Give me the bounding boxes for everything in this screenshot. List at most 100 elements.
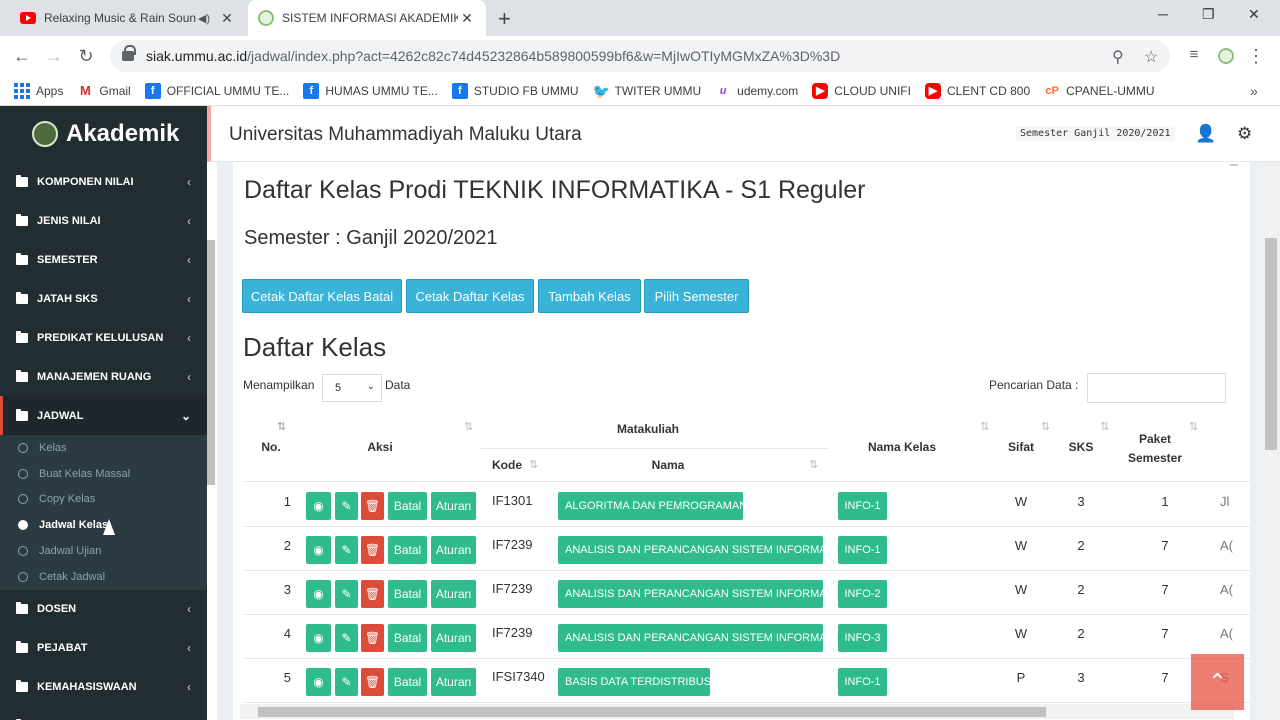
rules-button[interactable]: Aturan — [431, 668, 476, 696]
course-name-button[interactable]: ANALISIS DAN PERANCANGAN SISTEM INFORMAS… — [558, 536, 823, 564]
sidebar-item-manajemen-ruang[interactable]: MANAJEMEN RUANG ‹ — [0, 357, 207, 396]
menu-dots-icon[interactable]: ⋮ — [1240, 46, 1272, 67]
sidebar-item-jenis-nilai[interactable]: JENIS NILAI ‹ — [0, 201, 207, 240]
col-no[interactable]: No. — [251, 440, 291, 454]
print-classes-button[interactable]: Cetak Daftar Kelas — [406, 279, 534, 313]
reading-list-icon[interactable]: ≡ — [1178, 46, 1210, 63]
cancel-class-button[interactable]: Batal — [388, 624, 427, 652]
sort-icon[interactable]: ⇅ — [277, 420, 286, 433]
view-button[interactable]: ◉ — [306, 668, 331, 696]
submenu-item-kelas[interactable]: Kelas — [0, 435, 207, 461]
address-bar[interactable]: siak.ummu.ac.id/jadwal/index.php?act=426… — [110, 40, 1170, 72]
sort-icon[interactable]: ⇅ — [980, 420, 989, 433]
class-name-button[interactable]: INFO-2 — [838, 580, 887, 608]
col-paket-semester[interactable]: Paket Semester — [1125, 430, 1185, 468]
sidebar-item-kemahasiswaan[interactable]: KEMAHASISWAAN ‹ — [0, 668, 207, 707]
sidebar-item-pejabat[interactable]: PEJABAT ‹ — [0, 629, 207, 668]
scroll-to-top-button[interactable]: ⌃ — [1191, 654, 1244, 710]
submenu-item-buat-kelas-massal[interactable]: Buat Kelas Massal — [0, 461, 207, 487]
table-horizontal-scrollbar[interactable] — [240, 704, 1234, 719]
bookmark-official-ummu[interactable]: f OFFICIAL UMMU TE... — [144, 82, 289, 99]
bookmark-humas-ummu[interactable]: f HUMAS UMMU TE... — [303, 82, 438, 99]
bookmark-apps[interactable]: Apps — [14, 82, 63, 99]
bookmark-studio-fb[interactable]: f STUDIO FB UMMU — [451, 82, 579, 99]
print-cancelled-classes-button[interactable]: Cetak Daftar Kelas Batal — [242, 279, 402, 313]
bookmark-star-icon[interactable]: ☆ — [1144, 47, 1158, 67]
profile-icon[interactable] — [1218, 48, 1234, 64]
sidebar-scrollbar[interactable] — [207, 240, 215, 485]
col-kode[interactable]: Kode — [487, 458, 527, 472]
sort-icon[interactable]: ⇅ — [529, 458, 538, 471]
sort-icon[interactable]: ⇅ — [464, 420, 473, 433]
sort-icon[interactable]: ⇅ — [1189, 420, 1198, 433]
course-name-button[interactable]: ANALISIS DAN PERANCANGAN SISTEM INFORMAS… — [558, 624, 823, 652]
restore-icon[interactable]: ❐ — [1202, 6, 1215, 23]
cancel-class-button[interactable]: Batal — [388, 492, 427, 520]
rules-button[interactable]: Aturan — [431, 536, 476, 564]
bookmark-cpanel[interactable]: cP CPANEL-UMMU — [1044, 83, 1154, 99]
close-window-icon[interactable]: ✕ — [1248, 6, 1260, 23]
delete-button[interactable]: 🗑 — [361, 492, 384, 520]
sort-icon[interactable]: ⇅ — [1041, 420, 1050, 433]
course-name-button[interactable]: ANALISIS DAN PERANCANGAN SISTEM INFORMAS… — [558, 580, 823, 608]
collapse-icon[interactable] — [1230, 164, 1238, 166]
class-name-button[interactable]: INFO-1 — [838, 668, 887, 696]
submenu-item-copy-kelas[interactable]: Copy Kelas — [0, 487, 207, 513]
browser-tab-active[interactable]: SISTEM INFORMASI AKADEMIK - ✕ — [248, 0, 486, 36]
course-name-button[interactable]: BASIS DATA TERDISTRIBUSI — [558, 668, 710, 696]
choose-semester-button[interactable]: Pilih Semester — [644, 279, 749, 313]
speaker-icon[interactable]: ◀) — [198, 12, 210, 25]
bookmark-gmail[interactable]: M Gmail — [77, 83, 131, 99]
submenu-item-cetak-jadwal[interactable]: Cetak Jadwal — [0, 564, 207, 590]
more-bookmarks-icon[interactable]: » — [1250, 83, 1258, 99]
sidebar-item-predikat-kelulusan[interactable]: PREDIKAT KELULUSAN ‹ — [0, 318, 207, 357]
scroll-thumb[interactable] — [258, 707, 1046, 717]
add-class-button[interactable]: Tambah Kelas — [538, 279, 641, 313]
view-button[interactable]: ◉ — [306, 580, 331, 608]
edit-button[interactable]: ✎ — [335, 492, 358, 520]
rules-button[interactable]: Aturan — [431, 580, 476, 608]
cancel-class-button[interactable]: Batal — [388, 536, 427, 564]
edit-button[interactable]: ✎ — [335, 580, 358, 608]
new-tab-icon[interactable]: + — [498, 6, 511, 32]
edit-button[interactable]: ✎ — [335, 668, 358, 696]
bookmark-twitter[interactable]: 🐦 TWITER UMMU — [593, 83, 702, 99]
zoom-icon[interactable]: ⚲ — [1112, 47, 1124, 67]
edit-button[interactable]: ✎ — [335, 624, 358, 652]
delete-button[interactable]: 🗑 — [361, 536, 384, 564]
back-icon[interactable]: ← — [6, 46, 38, 67]
bookmark-udemy[interactable]: u udemy.com — [715, 83, 799, 99]
bookmark-cloud-unifi[interactable]: ▶ CLOUD UNIFI — [812, 82, 911, 99]
close-tab-icon[interactable]: ✕ — [218, 10, 236, 27]
cancel-class-button[interactable]: Batal — [388, 668, 427, 696]
class-name-button[interactable]: INFO-1 — [838, 536, 887, 564]
sidebar-item-semester[interactable]: SEMESTER ‹ — [0, 240, 207, 279]
delete-button[interactable]: 🗑 — [361, 624, 384, 652]
browser-tab[interactable]: Relaxing Music & Rain Soun ◀) ✕ — [10, 0, 246, 36]
app-logo[interactable]: Akademik — [0, 106, 207, 162]
view-button[interactable]: ◉ — [306, 492, 331, 520]
rules-button[interactable]: Aturan — [431, 624, 476, 652]
sidebar-item-status-registrasi[interactable]: STATUS REGISTRASI‹ — [0, 707, 207, 720]
entries-select[interactable]: 5 ⌄ — [322, 374, 382, 402]
sort-icon[interactable]: ⇅ — [809, 458, 818, 471]
view-button[interactable]: ◉ — [306, 624, 331, 652]
delete-button[interactable]: 🗑 — [361, 668, 384, 696]
course-name-button[interactable]: ALGORITMA DAN PEMROGRAMAN I — [558, 492, 743, 520]
sidebar-item-jadwal[interactable]: JADWAL ⌄ — [0, 396, 207, 435]
rules-button[interactable]: Aturan — [431, 492, 476, 520]
search-input[interactable] — [1087, 373, 1226, 403]
sidebar-item-jatah-sks[interactable]: JATAH SKS ‹ — [0, 279, 207, 318]
col-nama[interactable]: Nama — [643, 458, 693, 472]
close-tab-icon[interactable]: ✕ — [458, 10, 476, 27]
view-button[interactable]: ◉ — [306, 536, 331, 564]
user-icon[interactable]: 👤 — [1195, 124, 1216, 144]
submenu-item-jadwal-ujian[interactable]: Jadwal Ujian — [0, 538, 207, 564]
class-name-button[interactable]: INFO-3 — [838, 624, 887, 652]
sort-icon[interactable]: ⇅ — [1100, 420, 1109, 433]
col-sifat[interactable]: Sifat — [1003, 440, 1039, 454]
sidebar-item-dosen[interactable]: DOSEN ‹ — [0, 590, 207, 629]
col-nama-kelas[interactable]: Nama Kelas — [857, 440, 947, 454]
minimize-icon[interactable]: ─ — [1158, 6, 1168, 22]
delete-button[interactable]: 🗑 — [361, 580, 384, 608]
